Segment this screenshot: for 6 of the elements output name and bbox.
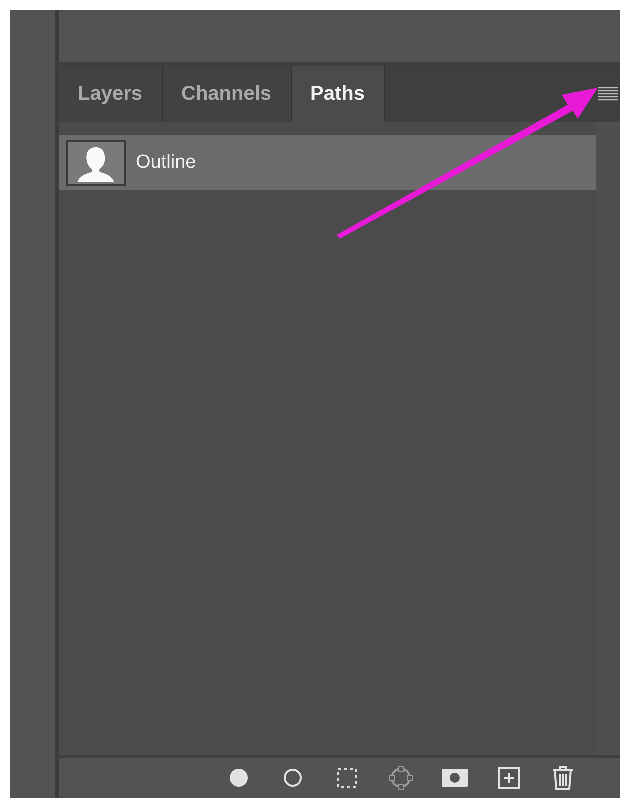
path-row[interactable]: Outline [59,135,596,190]
panel-tab[interactable]: Paths [292,66,385,122]
scrollbar[interactable] [596,122,620,755]
menu-icon[interactable] [598,86,618,102]
silhouette-thumbnail-icon [66,140,126,186]
path-name: Outline [136,152,196,174]
